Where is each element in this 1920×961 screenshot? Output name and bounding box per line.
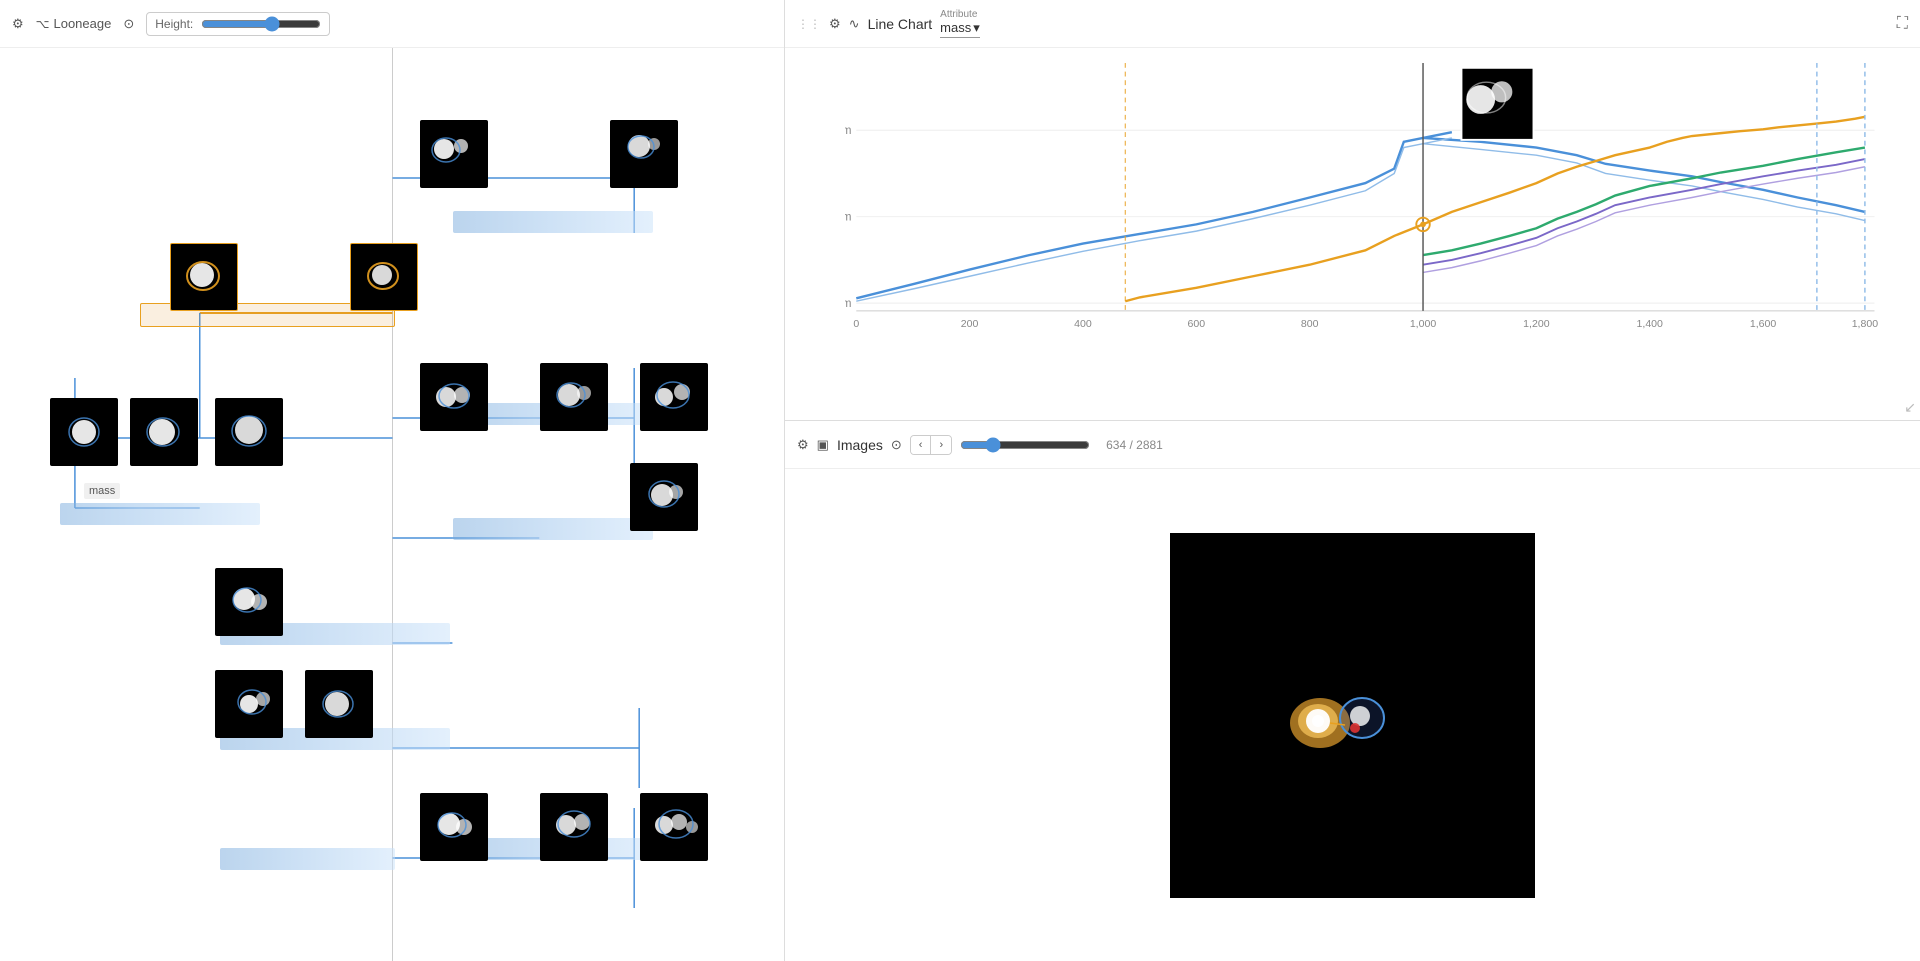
attribute-select: Attribute mass ▾ [940, 10, 980, 38]
thumb-mid-2[interactable] [630, 463, 698, 531]
right-panels: ⋮⋮ ⚙ ∿ Line Chart Attribute mass ▾ ⛶ [785, 0, 1920, 961]
thumb-low-1[interactable] [215, 670, 283, 738]
image-counter: 634 / 2881 [1106, 438, 1163, 452]
svg-text:150m: 150m [845, 212, 851, 224]
lineage-label: Looneage [53, 16, 111, 31]
track-bar-1 [453, 211, 653, 233]
svg-text:1,600: 1,600 [1750, 318, 1777, 330]
track-bar-3 [453, 518, 653, 540]
mass-label: mass [84, 483, 120, 499]
chart-gear-button[interactable]: ⚙ [829, 16, 841, 32]
images-gear-button[interactable]: ⚙ [797, 437, 809, 453]
main-image-svg [1170, 533, 1535, 898]
lineage-toolbar: ⚙ ⌥ Looneage ⊙ Height: [0, 0, 784, 48]
thumb-bot-2[interactable] [540, 793, 608, 861]
thumb-2[interactable] [610, 120, 678, 188]
svg-text:1,200: 1,200 [1523, 318, 1550, 330]
attribute-dropdown[interactable]: mass ▾ [940, 20, 980, 38]
svg-text:1,000: 1,000 [1410, 318, 1437, 330]
svg-text:600: 600 [1188, 318, 1206, 330]
images-toolbar: ⚙ ▣ Images ⊙ ‹ › 634 / 2881 [785, 421, 1920, 469]
chart-line-icon: ∿ [849, 16, 860, 32]
resize-handle[interactable]: ↙ [1904, 399, 1916, 416]
dropdown-arrow-icon: ▾ [973, 20, 980, 36]
images-gear-icon: ⚙ [797, 437, 809, 453]
height-label: Height: [155, 17, 193, 31]
thumb-bot-1[interactable] [420, 793, 488, 861]
lineage-button[interactable]: ⌥ Looneage [36, 16, 112, 31]
thumb-1[interactable] [420, 120, 488, 188]
crosshair-button[interactable]: ⊙ [123, 16, 134, 32]
thumb-left-1[interactable] [50, 398, 118, 466]
images-slider[interactable] [960, 437, 1090, 453]
lineage-panel: ⚙ ⌥ Looneage ⊙ Height: [0, 0, 785, 961]
track-bar-8 [220, 848, 395, 870]
thumb-left-2[interactable] [130, 398, 198, 466]
crosshair-icon: ⊙ [123, 16, 134, 32]
main-image[interactable] [1170, 533, 1535, 898]
fullscreen-button[interactable]: ⛶ [1897, 15, 1908, 33]
images-content [785, 469, 1920, 961]
height-control: Height: [146, 12, 330, 36]
svg-text:200m: 200m [845, 125, 851, 137]
thumb-orange-1[interactable] [170, 243, 238, 311]
height-slider[interactable] [201, 16, 321, 32]
images-title: Images [837, 437, 883, 453]
thumb-orange-2[interactable] [350, 243, 418, 311]
prev-button[interactable]: ‹ [911, 436, 932, 454]
images-panel: ⚙ ▣ Images ⊙ ‹ › 634 / 2881 [785, 421, 1920, 961]
chart-title: Line Chart [868, 16, 933, 32]
lineage-canvas[interactable]: mass [0, 48, 784, 961]
thumb-5[interactable] [640, 363, 708, 431]
svg-text:1,400: 1,400 [1637, 318, 1664, 330]
thumb-left-3[interactable] [215, 398, 283, 466]
next-button[interactable]: › [931, 436, 951, 454]
drag-handle-icon: ⋮⋮ [797, 17, 821, 31]
chart-panel: ⋮⋮ ⚙ ∿ Line Chart Attribute mass ▾ ⛶ [785, 0, 1920, 421]
chart-area[interactable]: 200m 150m 100m 0 200 400 600 800 1,000 1… [785, 48, 1920, 420]
chart-toolbar: ⋮⋮ ⚙ ∿ Line Chart Attribute mass ▾ ⛶ [785, 0, 1920, 48]
svg-text:200: 200 [961, 318, 979, 330]
attribute-label: Attribute [940, 10, 980, 20]
attribute-value: mass [940, 20, 971, 35]
images-crosshair-icon: ⊙ [891, 437, 902, 453]
svg-text:100m: 100m [845, 298, 851, 310]
gear-icon: ⚙ [12, 16, 24, 32]
thumb-3[interactable] [420, 363, 488, 431]
fullscreen-icon: ⛶ [1897, 15, 1908, 32]
gear-button[interactable]: ⚙ [12, 16, 24, 32]
svg-text:1,800: 1,800 [1852, 318, 1879, 330]
chart-gear-icon: ⚙ [829, 16, 841, 32]
thumb-mid-1[interactable] [215, 568, 283, 636]
nav-button-group: ‹ › [910, 435, 952, 455]
images-crosshair-button[interactable]: ⊙ [891, 437, 902, 453]
images-icon: ▣ [817, 437, 829, 453]
thumb-low-2[interactable] [305, 670, 373, 738]
lineage-icon: ⌥ [36, 17, 50, 31]
svg-text:800: 800 [1301, 318, 1319, 330]
track-bar-4 [60, 503, 260, 525]
svg-text:0: 0 [853, 318, 859, 330]
thumb-4[interactable] [540, 363, 608, 431]
thumb-bot-3[interactable] [640, 793, 708, 861]
svg-text:400: 400 [1074, 318, 1092, 330]
chart-svg: 200m 150m 100m 0 200 400 600 800 1,000 1… [845, 63, 1905, 380]
